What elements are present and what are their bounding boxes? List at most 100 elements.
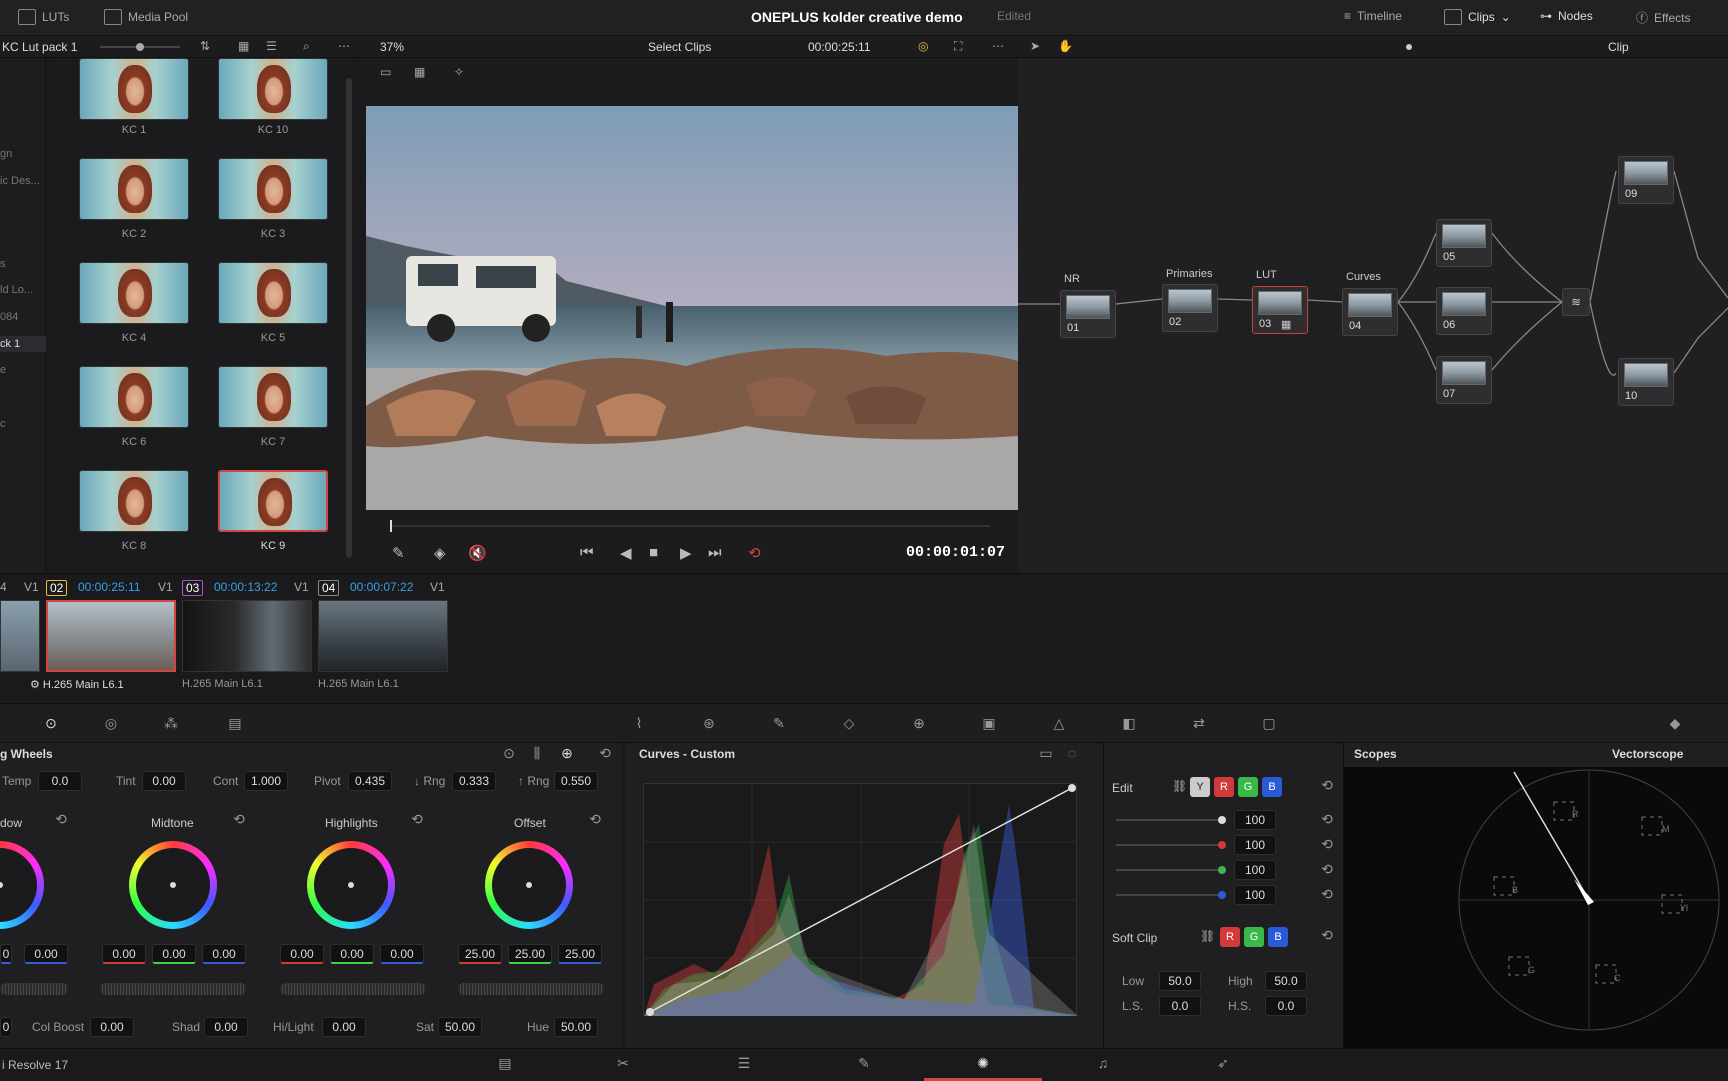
loop-icon[interactable]: ⟲ <box>748 544 761 562</box>
node-10[interactable]: 10 <box>1618 358 1674 406</box>
high-field[interactable]: 50.0 <box>1265 971 1307 991</box>
curve-graph[interactable] <box>643 783 1078 1016</box>
lut-thumbnail[interactable] <box>218 58 328 120</box>
lut-folder-item[interactable]: c <box>0 418 46 430</box>
pivot-field[interactable]: 0.435 <box>348 771 392 791</box>
magic-wand-icon[interactable]: ✧ <box>454 66 468 78</box>
highlights-master-wheel[interactable] <box>280 983 426 995</box>
low-field[interactable]: 50.0 <box>1159 971 1201 991</box>
effects-tab[interactable]: ⓕ Effects <box>1636 9 1690 26</box>
hs-field[interactable]: 0.0 <box>1265 996 1307 1016</box>
y-intensity-value[interactable]: 100 <box>1234 810 1276 830</box>
tracker-palette-icon[interactable]: ⊕ <box>908 715 930 733</box>
lut-thumbnail[interactable] <box>79 158 189 220</box>
lut-thumbnail[interactable] <box>79 262 189 324</box>
select-clips-dropdown[interactable]: Select Clips <box>648 40 711 54</box>
log-mode-icon[interactable]: ⊕ <box>556 745 578 763</box>
reset-r-icon[interactable]: ⟲ <box>1316 836 1338 854</box>
window-palette-icon[interactable]: ◇ <box>838 715 860 733</box>
lut-folder-item[interactable]: ic Des... <box>0 175 46 187</box>
clips-tab[interactable]: Clips ⌄ <box>1444 9 1511 25</box>
key-palette-icon[interactable]: ◧ <box>1118 715 1140 733</box>
high-range-field[interactable]: 0.550 <box>554 771 598 791</box>
offset-g-value[interactable]: 25.00 <box>508 944 552 964</box>
3d-palette-icon[interactable]: ▢ <box>1258 715 1280 733</box>
midtone-wheel[interactable] <box>129 841 217 929</box>
play-icon[interactable]: ▶ <box>680 544 692 562</box>
split-view-icon[interactable]: ▦ <box>414 66 428 78</box>
first-value[interactable]: 0 <box>0 1017 12 1037</box>
motion-effects-palette-icon[interactable]: ▤ <box>224 715 246 733</box>
nodes-tab[interactable]: ⊶ Nodes <box>1540 9 1593 23</box>
lut-thumbnail[interactable] <box>79 58 189 120</box>
color-page-tab[interactable]: ✺ <box>924 1049 1042 1081</box>
lut-folder-item[interactable]: s <box>0 258 46 270</box>
curves-palette-icon[interactable]: ⌇ <box>628 715 650 733</box>
media-pool-tab[interactable]: Media Pool <box>104 9 188 25</box>
deliver-page-icon[interactable]: ➶ <box>1212 1055 1234 1073</box>
softclip-g-toggle[interactable]: G <box>1244 927 1264 947</box>
layers-icon[interactable]: ◈ <box>434 544 446 562</box>
reset-offset-icon[interactable]: ⟲ <box>584 811 606 829</box>
thumb-size-slider[interactable] <box>100 43 180 51</box>
node-02[interactable]: 02 <box>1162 284 1218 332</box>
node-06[interactable]: 06 <box>1436 287 1492 335</box>
edit-page-icon[interactable]: ☰ <box>733 1055 755 1073</box>
skip-start-icon[interactable]: ⏮ <box>580 544 594 561</box>
softclip-b-toggle[interactable]: B <box>1268 927 1288 947</box>
ls-field[interactable]: 0.0 <box>1159 996 1201 1016</box>
sizing-palette-icon[interactable]: ⇄ <box>1188 715 1210 733</box>
midtone-g-value[interactable]: 0.00 <box>152 944 196 964</box>
lut-thumbnail[interactable] <box>79 366 189 428</box>
node-editor[interactable]: NR 01 Primaries 02 LUT 03 ▦ Curves 04 05 … <box>1018 58 1728 573</box>
clip-thumbnail[interactable] <box>318 600 448 672</box>
fullscreen-icon[interactable]: ⛶ <box>954 40 968 52</box>
reset-midtone-icon[interactable]: ⟲ <box>228 811 250 829</box>
r-channel-toggle[interactable]: R <box>1214 777 1234 797</box>
slider-handle[interactable] <box>1218 816 1226 824</box>
link-icon[interactable]: ⛓ <box>1200 929 1215 943</box>
y-intensity-slider[interactable] <box>1116 816 1226 824</box>
keyframes-icon[interactable]: ◆ <box>1664 715 1686 733</box>
g-intensity-slider[interactable] <box>1116 866 1226 874</box>
grid-view-icon[interactable]: ▦ <box>238 40 252 52</box>
lut-folder-item-selected[interactable]: ck 1 <box>0 336 46 352</box>
highlights-wheel[interactable] <box>307 841 395 929</box>
hue-field[interactable]: 50.00 <box>554 1017 598 1037</box>
wheel-puck[interactable] <box>170 882 176 888</box>
video-viewer[interactable] <box>366 106 1018 510</box>
luts-tab[interactable]: LUTs <box>18 9 69 25</box>
node-03-selected[interactable]: 03 ▦ <box>1252 286 1308 334</box>
list-view-icon[interactable]: ☰ <box>266 40 280 52</box>
b-channel-toggle[interactable]: B <box>1262 777 1282 797</box>
clip-thumbnail-selected[interactable] <box>46 600 176 672</box>
shadow-master-wheel[interactable] <box>0 983 68 995</box>
wheels-mode-icon[interactable]: ⊙ <box>498 745 520 763</box>
clip-thumbnail[interactable] <box>0 600 40 672</box>
reset-g-icon[interactable]: ⟲ <box>1316 861 1338 879</box>
reset-highlights-icon[interactable]: ⟲ <box>406 811 428 829</box>
more-options-icon[interactable]: ⋯ <box>338 40 352 52</box>
lut-thumbnail[interactable] <box>218 158 328 220</box>
tint-field[interactable]: 0.00 <box>142 771 186 791</box>
curve-view-icon[interactable]: ▭ <box>1035 745 1057 763</box>
r-intensity-slider[interactable] <box>1116 841 1226 849</box>
qualifier-palette-icon[interactable]: ✎ <box>768 715 790 733</box>
timeline-tab[interactable]: ≡ Timeline <box>1344 9 1402 23</box>
hi-light-field[interactable]: 0.00 <box>322 1017 366 1037</box>
pointer-icon[interactable]: ➤ <box>1030 40 1044 52</box>
color-wheels-palette-icon[interactable]: ⊙ <box>40 715 62 733</box>
col-boost-field[interactable]: 0.00 <box>90 1017 134 1037</box>
contrast-field[interactable]: 1.000 <box>244 771 288 791</box>
offset-master-wheel[interactable] <box>458 983 604 995</box>
midtone-master-wheel[interactable] <box>100 983 246 995</box>
hdr-palette-icon[interactable]: ◎ <box>100 715 122 733</box>
g-intensity-value[interactable]: 100 <box>1234 860 1276 880</box>
midtone-r-value[interactable]: 0.00 <box>102 944 146 964</box>
clip-mode-dropdown[interactable]: Clip <box>1608 40 1629 54</box>
reset-icon[interactable]: ⟲ <box>594 745 616 763</box>
offset-wheel[interactable] <box>485 841 573 929</box>
bypass-icon[interactable]: ◎ <box>918 40 932 52</box>
reset-y-icon[interactable]: ⟲ <box>1316 811 1338 829</box>
scrub-bar[interactable] <box>390 520 990 532</box>
